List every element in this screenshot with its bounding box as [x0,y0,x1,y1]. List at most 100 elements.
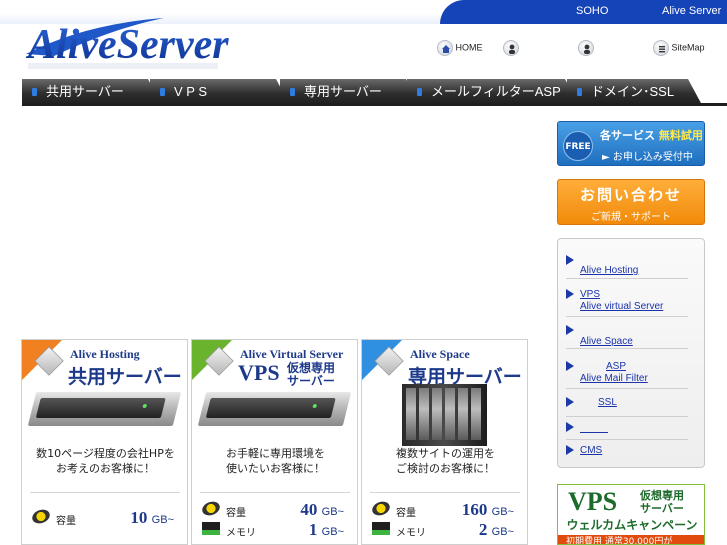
contact-banner[interactable]: お問い合わせ ご新規・サポート [557,179,705,225]
vps-banner-strip: 初期費用 通常30,000円が [558,535,704,544]
memory-value: 2 GB~ [479,520,514,540]
disk-icon [370,499,392,518]
arrow-icon [566,422,574,432]
menu-tab-vps[interactable]: V P S [150,79,290,105]
logo[interactable]: AliveServer [24,14,244,72]
capacity-label: 容量 [56,516,76,527]
nav-person-1[interactable] [503,40,519,56]
contact-title: お問い合わせ [579,186,682,204]
sidebar-item-sublabel[interactable]: Alive Mail Filter [580,373,648,385]
disk-icon [30,507,52,526]
toplink-soho[interactable]: SOHO [576,5,608,17]
free-banner-services: 各サービス [600,129,655,142]
menu-tab-label: V P S [174,84,208,99]
memory-unit: GB~ [321,526,344,538]
toplink-alive-server[interactable]: Alive Server [662,5,721,17]
menu-tab-domain-ssl[interactable]: ドメイン･SSL [567,79,702,105]
sidebar-item-vps[interactable]: VPS Alive virtual Server [566,289,688,317]
free-banner-line2: ► お申し込み受付中 [602,152,693,163]
capacity-unit: GB~ [491,506,514,518]
nav-home-label: HOME [455,42,483,53]
sidebar-item-sublabel[interactable]: Alive virtual Server [580,301,663,313]
memory-icon [372,522,390,535]
arrow-icon [566,397,574,407]
capacity-number: 10 [130,508,148,527]
sitemap-icon [653,40,669,56]
server-image [197,392,352,426]
sidebar-item-label[interactable]: Alive Space [580,336,633,348]
free-banner-highlight: 無料試用 [658,129,703,142]
contact-sub: ご新規・サポート [591,212,671,223]
card-divider [30,492,180,493]
card-divider [370,492,520,493]
memory-unit: GB~ [491,526,514,538]
free-trial-banner[interactable]: FREE 各サービス 無料試用 ► お申し込み受付中 [557,121,705,166]
person-icon [578,40,594,56]
tab-bullet-icon [290,88,295,96]
memory-label: メモリ [226,528,256,539]
logo-graphic: AliveServer [25,18,229,69]
nav-sitemap[interactable]: SiteMap [653,40,705,56]
card-description: 数10ページ程度の会社HPを お考えのお客様に！ [22,446,187,476]
sidebar-item-label[interactable]: CMS [580,445,602,457]
sidebar-item-space[interactable]: Alive Space [566,325,688,349]
vps-banner-small: 仮想専用 サーバー [640,489,684,515]
card-memory-row: メモリ 1 GB~ [202,520,352,540]
card-capacity-row: 容量 40 GB~ [200,499,352,520]
sidebar-item-ssl[interactable]: SSL [566,397,688,417]
free-badge: FREE [563,131,593,161]
sidebar-item-cms[interactable]: CMS [566,445,688,461]
card-description: 複数サイトの運用を ご検討のお客様に！ [362,446,527,476]
menu-tab-dedicated[interactable]: 専用サーバー [280,79,420,105]
card-category-small1: 仮想専用 [287,361,336,375]
sidebar-item-label[interactable]: SSL [598,397,617,409]
memory-value: 1 GB~ [309,520,344,540]
capacity-unit: GB~ [151,514,174,526]
sidebar-item-mailfilter[interactable]: ASP Alive Mail Filter [566,361,688,389]
memory-number: 1 [308,520,318,539]
card-description: お手軽に専用環境を 使いたいお客様に！ [192,446,357,476]
sidebar-item-blank[interactable] [566,422,688,440]
arrow-icon [566,289,574,299]
tab-bullet-icon [32,88,37,96]
sidebar-item-label[interactable] [580,422,608,433]
sidebar-item-label[interactable]: ASP [606,361,626,373]
card-name: Alive Hosting [70,347,140,361]
card-capacity-row: 容量 160 GB~ [370,499,522,520]
vps-banner-big: VPS [568,487,618,516]
server-image [27,392,182,426]
sidebar-item-label[interactable]: VPS [580,289,600,301]
arrow-icon [566,445,574,455]
main-menu: 共用サーバー V P S 専用サーバー メールフィルターASP ドメイン･SSL [22,79,702,105]
card-desc-line1: お手軽に専用環境を [226,447,325,460]
disk-icon [200,499,222,518]
sidebar-item-label[interactable]: Alive Hosting [580,265,638,277]
card-desc-line2: ご検討のお客様に！ [396,462,495,475]
capacity-value: 10 GB~ [130,508,174,528]
capacity-label: 容量 [226,508,246,519]
sidebar-item-hosting[interactable]: Alive Hosting [566,255,688,279]
card-capacity-row: 容量 10 GB~ [30,507,182,528]
nav-person-2[interactable] [578,40,594,56]
capacity-value: 40 GB~ [300,500,344,520]
nav-home[interactable]: HOME [437,40,483,56]
menu-tab-label: 共用サーバー [46,84,124,99]
card-alive-virtual-server[interactable]: Alive Virtual Server VPS 仮想専用 サーバー お手軽に専用… [191,339,358,545]
home-icon [437,40,453,56]
card-memory-row: メモリ 2 GB~ [372,520,522,540]
menu-tab-shared[interactable]: 共用サーバー [22,79,162,105]
vps-banner-small2: サーバー [640,502,684,515]
person-icon [503,40,519,56]
capacity-label: 容量 [396,508,416,519]
capacity-number: 40 [300,500,318,519]
arrow-icon [566,325,574,335]
vps-campaign-banner[interactable]: VPS 仮想専用 サーバー ウェルカムキャンペーン 初期費用 通常30,000円が [557,484,705,545]
card-alive-space[interactable]: Alive Space 専用サーバー 複数サイトの運用を ご検討のお客様に！ 容量… [361,339,528,545]
tab-bullet-icon [417,88,422,96]
menu-tab-mailfilter[interactable]: メールフィルターASP [407,79,579,105]
capacity-unit: GB~ [321,506,344,518]
vps-banner-campaign: ウェルカムキャンペーン [566,518,698,532]
card-desc-line2: 使いたいお客様に！ [226,462,325,475]
nav-sitemap-label: SiteMap [671,42,705,53]
card-alive-hosting[interactable]: Alive Hosting 共用サーバー 数10ページ程度の会社HPを お考えのお… [21,339,188,545]
